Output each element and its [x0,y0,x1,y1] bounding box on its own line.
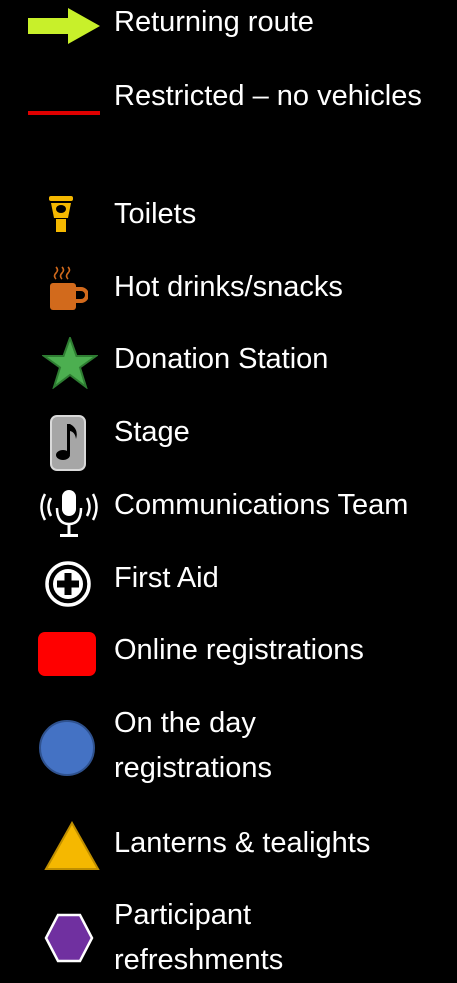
legend-item-returning-route: Returning route [0,0,457,50]
legend-label: Lanterns & tealights [114,827,371,859]
legend-item-refreshments: Participant refreshments [0,893,457,981]
legend-item-donation: Donation Station [0,337,457,389]
microphone-icon [38,488,100,540]
legend-item-first-aid: First Aid [0,556,457,608]
legend-item-restricted: Restricted – no vehicles [0,74,457,164]
legend-item-comms: Communications Team [0,483,457,543]
legend-item-lanterns: Lanterns & tealights [0,821,457,871]
red-rectangle-icon [38,632,96,676]
legend-item-hot-drinks: Hot drinks/snacks [0,265,457,310]
hot-drink-icon [48,265,88,311]
legend-label: First Aid [114,562,219,594]
legend-item-day-reg: On the day registrations [0,701,457,793]
legend-label: Restricted – no vehicles [114,80,422,112]
legend-item-online-reg: Online registrations [0,628,457,678]
legend-label: Returning route [114,6,314,38]
legend-label: Participant refreshments [114,899,284,976]
toilet-icon [48,196,74,234]
legend-item-stage: Stage [0,410,457,472]
red-line-icon [28,110,100,116]
legend-item-toilets: Toilets [0,192,457,237]
purple-hexagon-icon [44,913,94,963]
legend-label: Hot drinks/snacks [114,271,343,303]
star-icon [42,337,98,389]
music-note-icon [50,415,86,471]
legend-label: Stage [114,416,190,448]
legend-label: Communications Team [114,489,409,521]
legend-label: Online registrations [114,634,364,666]
legend-label: On the day registrations [114,707,272,784]
yellow-triangle-icon [44,821,100,871]
legend-label: Donation Station [114,343,329,375]
blue-circle-icon [38,719,96,777]
arrow-right-icon [28,6,100,46]
first-aid-cross-icon [44,560,92,608]
legend-label: Toilets [114,198,197,230]
